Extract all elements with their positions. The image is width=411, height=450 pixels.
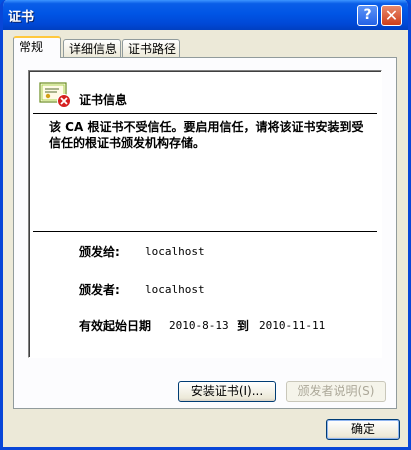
install-certificate-button[interactable]: 安装证书(I)... — [178, 381, 276, 402]
issued-to-label: 颁发给: — [79, 245, 120, 259]
issuer-statement-button[interactable]: 颁发者说明(S) — [286, 381, 386, 402]
tab-panel-general: 证书信息 该 CA 根证书不受信任。要启用信任，请将该证书安装到受信任的根证书颁… — [13, 57, 397, 409]
title-bar[interactable]: 证书 ? ✕ — [3, 0, 408, 30]
certificate-dialog: 证书 ? ✕ 常规 详细信息 证书路径 证书信息 该 CA 根证书不受信任。要启… — [0, 0, 411, 450]
valid-to-value: 2010-11-11 — [259, 319, 326, 332]
help-button[interactable]: ? — [357, 5, 378, 26]
error-x-icon — [57, 94, 71, 108]
issued-by-label: 颁发者: — [79, 283, 120, 297]
valid-from-value: 2010-8-13 — [169, 319, 229, 332]
divider-top — [33, 113, 377, 114]
issued-by-value: localhost — [145, 283, 205, 296]
valid-from-label: 有效起始日期 — [79, 319, 152, 333]
trust-warning-text: 该 CA 根证书不受信任。要启用信任，请将该证书安装到受信任的根证书颁发机构存储… — [49, 120, 364, 150]
divider-middle — [33, 231, 377, 232]
close-button[interactable]: ✕ — [381, 5, 402, 26]
tab-certification-path[interactable]: 证书路径 — [122, 39, 180, 57]
valid-to-label: 到 — [237, 319, 250, 333]
tab-general[interactable]: 常规 — [13, 36, 61, 58]
certificate-icon — [39, 82, 71, 108]
issued-to-value: localhost — [145, 245, 205, 258]
tab-details[interactable]: 详细信息 — [63, 39, 121, 57]
window-title: 证书 — [8, 10, 35, 25]
certificate-heading: 证书信息 — [79, 93, 128, 107]
ok-button[interactable]: 确定 — [326, 419, 400, 440]
certificate-info-box: 证书信息 该 CA 根证书不受信任。要启用信任，请将该证书安装到受信任的根证书颁… — [28, 70, 382, 358]
